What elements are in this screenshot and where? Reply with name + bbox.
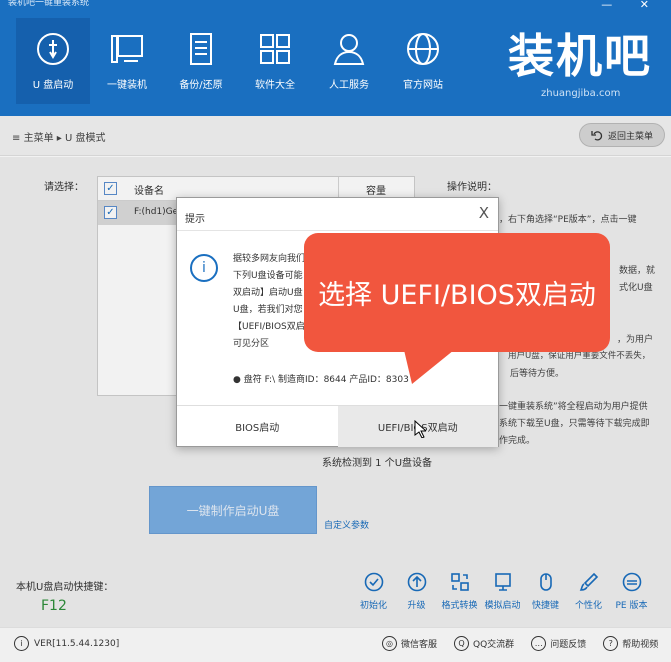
dialog-title: 提示 xyxy=(185,214,205,225)
close-icon[interactable]: X xyxy=(479,204,489,222)
nav-official-site[interactable]: 官方网站 xyxy=(386,18,460,104)
feedback-link[interactable]: … 问题反馈 xyxy=(531,636,586,651)
footer-link-label: QQ交流群 xyxy=(473,640,515,650)
dialog-divider xyxy=(177,230,498,231)
dialog-line: 据较多网友向我们 xyxy=(233,254,306,264)
nav-one-click-install[interactable]: 一键装机 xyxy=(90,18,164,104)
nav-human-service[interactable]: 人工服务 xyxy=(312,18,386,104)
nav-label: 人工服务 xyxy=(329,80,369,91)
qq-icon: Q xyxy=(454,636,470,651)
computer-icon xyxy=(111,35,143,63)
footer-link-label: 帮助视频 xyxy=(622,640,659,650)
disk-info: ● 盘符 F:\ 制造商ID：8644 产品ID：8303 xyxy=(233,375,409,385)
footer-link-label: 微信客服 xyxy=(401,640,438,650)
nav-label: 官方网站 xyxy=(403,80,443,91)
nav-label: 一键装机 xyxy=(107,80,147,91)
wechat-icon: ◎ xyxy=(382,636,397,651)
dialog-line: 可见分区 xyxy=(233,339,270,349)
dialog-line: 下列U盘设备可能 xyxy=(233,271,303,281)
window-title: 装机吧一键重装系统 xyxy=(8,0,90,8)
nav-label: 软件大全 xyxy=(255,80,295,91)
wechat-support-link[interactable]: ◎ 微信客服 xyxy=(382,636,437,651)
callout-banner: 选择 UEFI/BIOS双启动 xyxy=(304,233,610,352)
bios-boot-button[interactable]: BIOS启动 xyxy=(177,406,338,447)
window-controls[interactable]: — ✕ xyxy=(601,0,661,11)
top-bar: 装机吧一键重装系统 — ✕ U 盘启动 一键装机 备份/还原 软件大全 人工服务… xyxy=(0,0,671,116)
qq-group-link[interactable]: Q QQ交流群 xyxy=(454,636,514,651)
brand-url: zhuangjiba.com xyxy=(541,88,621,99)
help-video-link[interactable]: ? 帮助视频 xyxy=(603,636,658,651)
nav-software[interactable]: 软件大全 xyxy=(238,18,312,104)
footer-links: ◎ 微信客服 Q QQ交流群 … 问题反馈 ? 帮助视频 xyxy=(382,636,658,651)
dialog-line: U盘，若我们对您 xyxy=(233,305,303,315)
mouse-cursor-icon xyxy=(414,420,426,438)
nav-label: U 盘启动 xyxy=(32,80,74,91)
footer: i VER[11.5.44.1230] ◎ 微信客服 Q QQ交流群 … 问题反馈 ?… xyxy=(0,627,671,662)
version-info: i VER[11.5.44.1230] xyxy=(14,636,119,651)
nav-backup-restore[interactable]: 备份/还原 xyxy=(164,18,238,104)
globe-icon xyxy=(407,33,439,65)
dialog-line: 双启动】启动U盘 xyxy=(233,288,303,298)
info-icon: i xyxy=(190,254,218,282)
nav-label: 备份/还原 xyxy=(179,80,223,91)
feedback-icon: … xyxy=(531,636,547,651)
info-icon: i xyxy=(14,636,29,651)
dialog-line: 【UEFI/BIOS双启 xyxy=(233,322,305,332)
person-icon xyxy=(333,34,365,65)
callout-tail xyxy=(404,350,454,384)
apps-grid-icon xyxy=(260,34,290,64)
document-icon xyxy=(190,33,212,65)
brand-logo: 装机吧 xyxy=(508,29,652,83)
dialog-buttons: BIOS启动 UEFI/BIOS双启动 xyxy=(177,405,498,447)
footer-link-label: 问题反馈 xyxy=(550,640,587,650)
version-text: VER[11.5.44.1230] xyxy=(34,638,120,649)
usb-icon xyxy=(37,33,69,65)
help-icon: ? xyxy=(603,636,619,651)
main-nav: U 盘启动 一键装机 备份/还原 软件大全 人工服务 官方网站 xyxy=(16,18,460,104)
nav-usb-boot[interactable]: U 盘启动 xyxy=(16,18,90,104)
